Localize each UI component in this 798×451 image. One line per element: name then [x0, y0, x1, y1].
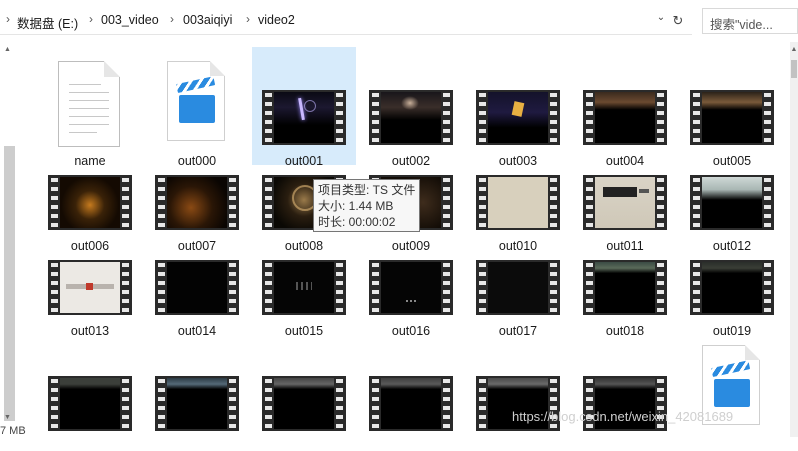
video-thumbnail — [583, 260, 667, 315]
file-grid: name out000 out001 out002 out003 out004 … — [0, 42, 790, 437]
video-thumbnail — [155, 376, 239, 431]
video-thumbnail — [262, 376, 346, 431]
file-item-out017[interactable]: out017 — [466, 217, 570, 338]
address-bar[interactable]: › 数据盘 (E:) › 003_video › 003aiqiyi › vid… — [0, 6, 692, 35]
file-item-out014[interactable]: out014 — [145, 217, 249, 338]
video-file-icon — [167, 61, 225, 141]
scroll-up-icon[interactable]: ▲ — [790, 46, 798, 53]
file-item-partial[interactable] — [252, 333, 356, 451]
history-dropdown-icon[interactable]: ⌄ — [654, 12, 668, 26]
search-input[interactable]: 搜索"vide... — [702, 8, 798, 34]
file-item-partial[interactable] — [145, 333, 249, 451]
file-item-partial[interactable] — [466, 333, 570, 451]
video-thumbnail — [369, 376, 453, 431]
breadcrumb-003-video[interactable]: 003_video — [101, 13, 159, 27]
breadcrumb-video2[interactable]: video2 — [258, 13, 295, 27]
right-scrollbar[interactable]: ▲ — [790, 42, 798, 437]
file-info-tooltip: 项目类型: TS 文件 大小: 1.44 MB 时长: 00:00:02 — [313, 179, 420, 232]
file-item-out018[interactable]: out018 — [573, 217, 677, 338]
watermark: https://blog.csdn.net/weixin_42081689 — [512, 409, 734, 424]
video-thumbnail — [690, 260, 774, 315]
file-item-out015[interactable]: out015 — [252, 217, 356, 338]
tooltip-size: 大小: 1.44 MB — [318, 199, 394, 213]
refresh-icon[interactable]: ↻ — [671, 14, 685, 28]
file-item-out019[interactable]: out019 — [680, 217, 784, 338]
search-placeholder: 搜索"vide... — [710, 18, 773, 32]
video-thumbnail — [476, 260, 560, 315]
breadcrumb-003aiqiyi[interactable]: 003aiqiyi — [183, 13, 232, 27]
tooltip-duration: 时长: 00:00:02 — [318, 215, 396, 229]
video-thumbnail — [369, 260, 453, 315]
status-bar-size: 7 MB — [0, 425, 26, 437]
video-thumbnail — [48, 260, 132, 315]
file-item-partial[interactable] — [359, 333, 463, 451]
breadcrumb-chevron-icon[interactable]: › — [246, 12, 250, 26]
file-item-partial[interactable] — [573, 333, 677, 451]
file-item-out013[interactable]: out013 — [38, 217, 142, 338]
breadcrumb-drive[interactable]: 数据盘 (E:) — [17, 13, 78, 32]
scrollbar-thumb[interactable] — [791, 60, 797, 78]
video-thumbnail — [48, 376, 132, 431]
breadcrumb-chevron-icon[interactable]: › — [170, 12, 174, 26]
video-thumbnail — [262, 260, 346, 315]
file-item-partial[interactable] — [38, 333, 142, 451]
file-item-partial[interactable] — [680, 333, 784, 451]
tooltip-type: 项目类型: TS 文件 — [318, 183, 416, 197]
breadcrumb-chevron-icon[interactable]: › — [89, 12, 93, 26]
file-item-out016[interactable]: out016 — [359, 217, 463, 338]
breadcrumb-chevron-icon[interactable]: › — [6, 12, 10, 26]
video-thumbnail — [155, 260, 239, 315]
